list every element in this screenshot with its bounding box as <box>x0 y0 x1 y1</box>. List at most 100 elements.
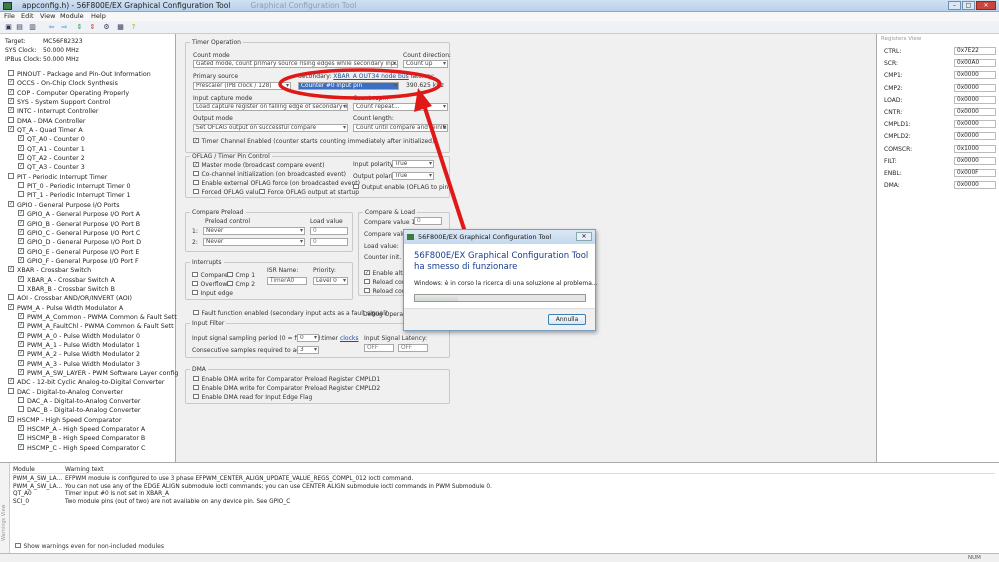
tree-item[interactable]: ✓ GPIO_C - General Purpose I/O Port C <box>2 228 174 238</box>
menu-edit[interactable]: Edit <box>21 12 34 21</box>
tree-item[interactable]: ✓ QT_A2 - Counter 2 <box>2 154 174 163</box>
tree-item-checkbox[interactable] <box>8 172 14 179</box>
register-value[interactable]: 0x0000 <box>954 181 996 190</box>
tree-item[interactable]: ✓ GPIO_D - General Purpose I/O Port D <box>2 238 174 247</box>
tree-item[interactable]: ✓ INTC - Interrupt Controller <box>2 107 174 116</box>
tree-item[interactable]: ✓ HSCMP_C - High Speed Comparator C <box>2 443 174 453</box>
warnings-side-tab[interactable]: Warnings View <box>0 463 10 554</box>
menu-help[interactable]: Help <box>91 12 106 21</box>
tree-item[interactable]: ✓ HSCMP - High Speed Comparator <box>2 415 174 425</box>
tree-item-checkbox[interactable] <box>18 191 24 198</box>
tree-item[interactable]: ✓ HSCMP_A - High Speed Comparator A <box>2 425 174 434</box>
settings-icon[interactable]: ⚙ <box>102 23 111 32</box>
register-value[interactable]: 0x7E22 <box>954 47 996 55</box>
tree-item[interactable]: ✓ COP - Computer Operating Properly <box>2 88 174 98</box>
warning-row[interactable]: QT_A0 Timer input #0 is not set in XBAR_A <box>12 491 995 498</box>
tree-item[interactable]: DAC - Digital-to-Analog Converter <box>2 387 174 397</box>
dma-input-edge-checkbox[interactable]: Enable DMA read for Input Edge Flag <box>193 393 312 401</box>
menu-view[interactable]: View <box>40 12 55 21</box>
tree-item[interactable]: ✓ GPIO_B - General Purpose I/O Port B <box>2 219 174 229</box>
tree-item-checkbox[interactable] <box>8 294 14 301</box>
tree-item[interactable]: ✓ XBAR_A - Crossbar Switch A <box>2 275 174 285</box>
register-value[interactable]: 0x0000 <box>954 120 996 129</box>
tree-item-checkbox[interactable]: ✓ <box>18 256 24 263</box>
menu-file[interactable]: File <box>4 12 15 21</box>
sampling-period-select[interactable]: 0 <box>297 334 319 342</box>
menu-module[interactable]: Module <box>60 12 84 21</box>
count-length-select[interactable]: Count until compare and reinitialize <box>353 124 448 132</box>
tree-item-checkbox[interactable] <box>8 70 14 76</box>
register-value[interactable]: 0x0000 <box>954 132 996 141</box>
tree-item-checkbox[interactable]: ✓ <box>18 340 24 347</box>
maximize-button[interactable]: □ <box>962 1 975 10</box>
register-value[interactable]: 0x0000 <box>954 71 996 80</box>
fault-function-checkbox[interactable]: Fault function enabled (secondary input … <box>193 309 387 317</box>
tree-item[interactable]: ✓ QT_A - Quad Timer A <box>2 126 174 135</box>
help-icon[interactable]: ? <box>129 23 138 32</box>
tree-item-checkbox[interactable] <box>8 116 14 123</box>
tree-item[interactable]: ✓ GPIO - General Purpose I/O Ports <box>2 200 174 210</box>
register-value[interactable]: 0x00A0 <box>954 59 996 68</box>
tree-item[interactable]: ✓ PWM_A_3 - Pulse Width Modulator 3 <box>2 359 174 369</box>
tree-item-checkbox[interactable] <box>18 406 24 413</box>
tree-item-checkbox[interactable] <box>8 387 14 394</box>
tree-item[interactable]: XBAR_B - Crossbar Switch B <box>2 284 174 294</box>
timer-enabled-checkbox[interactable]: ✓ Timer Channel Enabled (counter starts c… <box>193 137 434 145</box>
output-enable-checkbox[interactable]: Output enable (OFLAG to pin) <box>353 183 451 191</box>
grid-icon[interactable]: ▦ <box>116 23 125 32</box>
tree-item[interactable]: ✓ PWM_A - Pulse Width Modulator A <box>2 303 174 313</box>
move-up-icon[interactable]: ⇕ <box>75 23 84 32</box>
minimize-button[interactable]: – <box>948 1 961 10</box>
tree-item[interactable]: ✓ OCCS - On-Chip Clock Synthesis <box>2 79 174 88</box>
tree-item[interactable]: PIT - Periodic Interrupt Timer <box>2 172 174 182</box>
tree-item-checkbox[interactable]: ✓ <box>18 369 24 375</box>
tree-item-checkbox[interactable]: ✓ <box>18 135 24 142</box>
tree-item[interactable]: DMA - DMA Controller <box>2 116 174 126</box>
dma-cmpld2-checkbox[interactable]: Enable DMA write for Comparator Preload … <box>193 384 380 392</box>
preload-row1-load-input[interactable]: 0 <box>310 227 348 235</box>
register-value[interactable]: 0x0000 <box>954 83 996 92</box>
tree-item[interactable]: PIT_0 - Periodic Interrupt Timer 0 <box>2 182 174 191</box>
preload-row2-select[interactable]: Never <box>203 238 305 246</box>
tree-item-checkbox[interactable]: ✓ <box>18 434 24 441</box>
tree-item-checkbox[interactable]: ✓ <box>8 378 14 385</box>
warning-row[interactable]: SCI_0 Two module pins (out of two) are no… <box>12 499 995 506</box>
isr-name-input[interactable]: TimerA0 <box>267 277 307 285</box>
tree-item-checkbox[interactable]: ✓ <box>18 144 24 151</box>
tree-item-checkbox[interactable]: ✓ <box>18 425 24 432</box>
secondary-link[interactable]: XBAR_A OUT34 node bus <box>333 73 408 80</box>
external-oflag-checkbox[interactable]: Enable external OFLAG force (on broadcas… <box>193 179 360 187</box>
preload-row2-load-input[interactable]: 0 <box>310 238 348 246</box>
dialog-close-button[interactable]: ✕ <box>576 232 592 241</box>
tree-item-checkbox[interactable]: ✓ <box>18 312 24 319</box>
tree-item-checkbox[interactable]: ✓ <box>18 359 24 366</box>
tree-item[interactable]: DAC_B - Digital-to-Analog Converter <box>2 406 174 415</box>
priority-select[interactable]: Level 0 <box>313 277 348 285</box>
tree-item[interactable]: PIT_1 - Periodic Interrupt Timer 1 <box>2 191 174 200</box>
tree-item-checkbox[interactable] <box>18 397 24 404</box>
register-value[interactable]: 0x1000 <box>954 144 996 153</box>
cmp2-interrupt-checkbox[interactable]: Cmp 2 <box>227 280 255 288</box>
tree-item[interactable]: ✓ QT_A0 - Counter 0 <box>2 135 174 144</box>
warning-column-header[interactable]: Warning text <box>65 466 103 473</box>
tree-item-checkbox[interactable]: ✓ <box>8 79 14 86</box>
module-column-header[interactable]: Module <box>13 466 35 473</box>
consecutive-samples-select[interactable]: 3 <box>297 346 319 354</box>
tree-item-checkbox[interactable] <box>18 182 24 189</box>
tree-item[interactable]: ✓ PWM_A_2 - Pulse Width Modulator 2 <box>2 350 174 359</box>
cmp1-interrupt-checkbox[interactable]: Cmp 1 <box>227 271 255 279</box>
forward-icon[interactable]: ⇨ <box>60 23 69 32</box>
tree-item[interactable]: ✓ XBAR - Crossbar Switch <box>2 266 174 275</box>
primary-source-select[interactable]: Prescaler (IPB clock / 128) <box>193 82 291 90</box>
tree-item[interactable]: ✓ GPIO_F - General Purpose I/O Port F <box>2 256 174 266</box>
tree-item-checkbox[interactable]: ✓ <box>8 415 14 422</box>
tree-item-checkbox[interactable]: ✓ <box>8 98 14 105</box>
tree-item-checkbox[interactable]: ✓ <box>18 219 24 226</box>
tree-item[interactable]: PINOUT - Package and Pin-Out Information <box>2 70 174 79</box>
print-icon[interactable]: ▥ <box>28 23 37 32</box>
tree-item-checkbox[interactable]: ✓ <box>18 228 24 235</box>
preload-row1-select[interactable]: Never <box>203 227 305 235</box>
output-mode-select[interactable]: Set OFLAG output on successful compare <box>193 124 348 132</box>
input-edge-interrupt-checkbox[interactable]: Input edge <box>192 289 233 297</box>
save-icon[interactable]: ▣ <box>4 23 13 32</box>
